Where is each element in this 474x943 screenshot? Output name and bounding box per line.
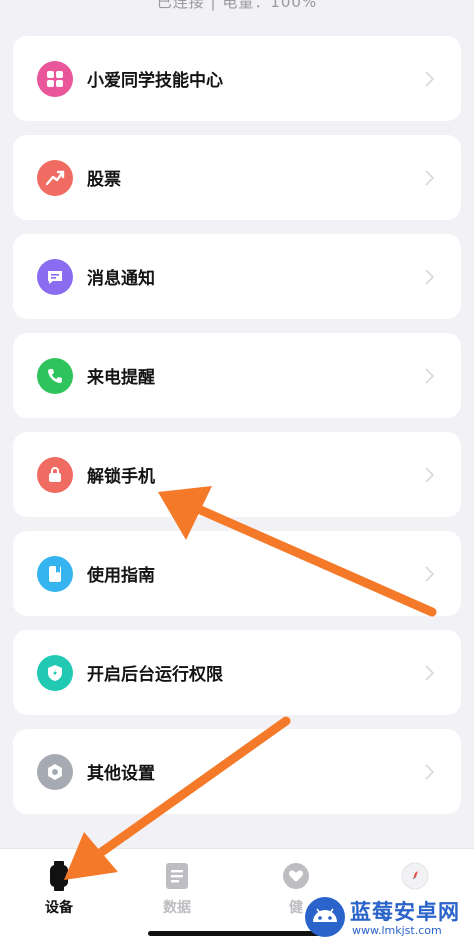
- tab-data[interactable]: 数据: [118, 849, 236, 929]
- menu-item-label: 使用指南: [87, 566, 155, 586]
- menu-item-call-alert[interactable]: 来电提醒: [13, 333, 461, 418]
- lock-bag-icon: [37, 456, 73, 493]
- chevron-right-icon: [425, 565, 435, 582]
- heart-icon: [281, 861, 311, 891]
- menu-item-label: 其他设置: [87, 764, 155, 784]
- compass-icon: [400, 861, 430, 891]
- menu-item-user-guide[interactable]: 使用指南: [13, 531, 461, 616]
- menu-item-unlock-phone[interactable]: 解锁手机: [13, 432, 461, 517]
- phone-icon: [37, 357, 73, 394]
- menu-item-label: 小爱同学技能中心: [87, 71, 223, 91]
- android-robot-icon: [305, 897, 345, 937]
- menu-item-label: 开启后台运行权限: [87, 665, 223, 685]
- menu-item-xiaoai-skills[interactable]: 小爱同学技能中心: [13, 36, 461, 121]
- guide-book-icon: [37, 555, 73, 592]
- chevron-right-icon: [425, 664, 435, 681]
- menu-item-notifications[interactable]: 消息通知: [13, 234, 461, 319]
- chevron-right-icon: [425, 268, 435, 285]
- chevron-right-icon: [425, 466, 435, 483]
- watch-icon: [44, 861, 74, 891]
- connection-status: 已连接 | 电量：100%: [0, 0, 474, 12]
- tab-label: 数据: [163, 900, 191, 916]
- site-watermark: 蓝莓安卓网 www.lmkjst.com: [300, 888, 474, 943]
- menu-item-label: 股票: [87, 170, 121, 190]
- chevron-right-icon: [425, 763, 435, 780]
- menu-item-label: 消息通知: [87, 269, 155, 289]
- tab-label: 设备: [45, 900, 73, 916]
- watermark-title: 蓝莓安卓网: [350, 900, 460, 924]
- menu-item-label: 来电提醒: [87, 368, 155, 388]
- chevron-right-icon: [425, 70, 435, 87]
- shield-icon: [37, 654, 73, 691]
- document-icon: [162, 861, 192, 891]
- message-icon: [37, 258, 73, 295]
- trend-up-icon: [37, 159, 73, 196]
- menu-item-stocks[interactable]: 股票: [13, 135, 461, 220]
- chevron-right-icon: [425, 367, 435, 384]
- tab-device[interactable]: 设备: [0, 849, 118, 929]
- menu-item-other-settings[interactable]: 其他设置: [13, 729, 461, 814]
- menu-item-label: 解锁手机: [87, 467, 155, 487]
- connection-status-text: 已连接 | 电量：100%: [156, 0, 318, 11]
- menu-item-background-permission[interactable]: 开启后台运行权限: [13, 630, 461, 715]
- watermark-url: www.lmkjst.com: [352, 924, 442, 937]
- settings-icon: [37, 753, 73, 790]
- chevron-right-icon: [425, 169, 435, 186]
- grid-apps-icon: [37, 60, 73, 97]
